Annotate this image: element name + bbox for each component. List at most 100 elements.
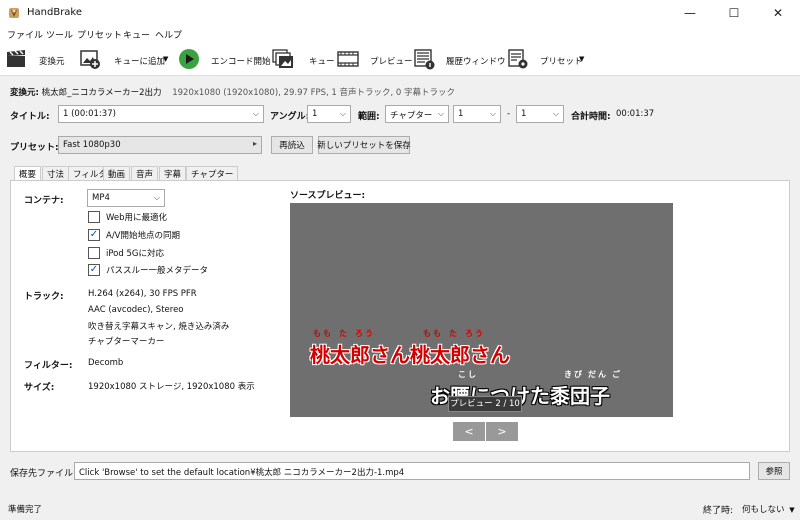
web-optimized-checkbox[interactable] [88,211,100,223]
queue-icon[interactable] [272,48,294,70]
track-audio: AAC (avcodec), Stereo [88,305,184,315]
preset-label: プリセット: [10,143,59,153]
presets-button-label[interactable]: プリセット [540,55,583,67]
container-label: コンテナ: [24,196,64,206]
duration-value: 00:01:37 [616,109,655,119]
chevron-down-icon: ⌵ [153,193,160,202]
browse-button[interactable]: 参照 [758,462,790,480]
preview-position-tooltip: プレビュー 2 / 10 [448,396,522,412]
destination-path-input[interactable]: Click 'Browse' to set the default locati… [74,462,750,480]
chevron-down-icon: ⌵ [252,109,259,118]
source-info: 変換元: 桃太郎_ニコカラメーカー2出力 1920x1080 (1920x108… [10,86,455,98]
toolbar: 変換元 キューに追加 ▼ エンコード開始 キュー プレビュー 履歴ウィンドウ プ… [0,42,800,76]
maximize-button[interactable]: ☐ [712,0,756,26]
menu-file[interactable]: ファイル [7,28,43,41]
chevron-right-icon: ▸ [252,139,257,148]
title-select-value: 1 (00:01:37) [63,109,116,119]
tab-audio[interactable]: 音声 [131,166,159,181]
presets-icon[interactable] [507,48,529,70]
save-new-preset-button[interactable]: 新しいプリセットを保存 [317,136,411,154]
web-optimized-label: Web用に最適化 [106,213,168,223]
close-button[interactable]: ✕ [756,0,800,26]
subtitle-line1: 桃太郎さん桃太郎さん [310,343,510,367]
start-encode-button-label[interactable]: エンコード開始 [211,55,271,67]
add-queue-dropdown-icon[interactable]: ▼ [163,55,168,63]
menu-presets[interactable]: プリセット [77,28,122,41]
duration-label: 合計時間: [571,112,611,122]
chevron-down-icon: ⌵ [552,109,559,118]
presets-dropdown-icon[interactable]: ▼ [579,55,584,63]
passthru-metadata-checkbox[interactable]: ✓ [88,264,100,276]
menu-tools[interactable]: ツール [46,28,73,41]
track-subtitle: 吹き替え字幕スキャン, 焼き込み済み [88,322,230,332]
chevron-down-icon: ⌵ [437,109,444,118]
range-start-value: 1 [458,109,464,119]
queue-button-label[interactable]: キュー [309,55,335,67]
chevron-down-icon: ▼ [789,506,795,514]
size-value: 1920x1080 ストレージ, 1920x1080 表示 [88,382,255,392]
range-type-value: チャプター [390,111,433,121]
window-title: HandBrake [27,7,83,18]
handbrake-icon [9,8,19,18]
ipod-5g-label: iPod 5Gに対応 [106,249,164,259]
chevron-down-icon: ⌵ [339,109,346,118]
ipod-5g-checkbox[interactable] [88,247,100,259]
title-label: タイトル: [10,112,50,122]
menu-queue[interactable]: キュー [123,28,150,41]
film-icon[interactable] [337,48,359,70]
subtitle-ruby-line1: ももたろう ももたろう [313,329,485,338]
destination-label: 保存先ファイル: [10,469,77,479]
status-text: 準備完了 [8,505,43,515]
reload-preset-button[interactable]: 再読込 [271,136,313,154]
range-end-value: 1 [521,109,527,119]
range-start-select[interactable]: 1 ⌵ [453,105,501,123]
minimize-button[interactable]: — [668,0,712,26]
title-select[interactable]: 1 (00:01:37) ⌵ [58,105,264,123]
source-button-label[interactable]: 変換元 [39,55,65,67]
source-details: 1920x1080 (1920x1080), 29.97 FPS, 1 音声トラ… [172,88,456,98]
source-label: 変換元: [10,88,39,98]
range-end-select[interactable]: 1 ⌵ [516,105,564,123]
activity-icon[interactable] [413,48,435,70]
when-done-label: 終了時: [703,506,734,516]
add-to-queue-button-label[interactable]: キューに追加 [114,55,165,67]
status-bar: 準備完了 終了時: 何もしない ▼ [0,496,800,520]
container-select-value: MP4 [92,193,110,203]
tab-video[interactable]: 動画 [103,166,131,181]
av-sync-label: A/V開始地点の同期 [106,231,180,241]
chevron-down-icon: ⌵ [489,109,496,118]
menu-help[interactable]: ヘルプ [155,28,182,41]
tab-chapters[interactable]: チャプター [186,166,239,181]
filters-label: フィルター: [24,361,73,371]
av-sync-checkbox[interactable]: ✓ [88,229,100,241]
activity-window-button-label[interactable]: 履歴ウィンドウ [446,55,506,67]
filters-value: Decomb [88,358,124,368]
range-type-select[interactable]: チャプター ⌵ [385,105,449,123]
clapperboard-icon[interactable] [5,48,27,70]
preset-select-value: Fast 1080p30 [63,140,121,150]
title-bar: HandBrake — ☐ ✕ [0,0,800,26]
size-label: サイズ: [24,383,55,393]
angle-select[interactable]: 1 ⌵ [307,105,351,123]
queue-add-icon[interactable] [79,48,101,70]
passthru-metadata-label: パススルー一般メタデータ [106,266,209,276]
when-done-select[interactable]: 何もしない ▼ [742,503,795,515]
source-preview-label: ソースプレビュー: [290,191,366,201]
tab-dimensions[interactable]: 寸法 [42,166,70,181]
range-separator: - [507,109,511,119]
preset-select[interactable]: Fast 1080p30 ▸ [58,136,262,154]
play-icon[interactable] [178,48,200,70]
next-preview-button[interactable]: > [486,422,518,441]
source-name: 桃太郎_ニコカラメーカー2出力 [41,88,162,98]
container-select[interactable]: MP4 ⌵ [87,189,165,207]
tracks-label: トラック: [24,292,64,302]
angle-select-value: 1 [312,109,318,119]
track-chapters: チャプターマーカー [88,337,165,347]
subtitle-ruby-line2: こし きび だんご [458,370,622,379]
checkmark-icon: ✓ [89,264,99,275]
previous-preview-button[interactable]: < [453,422,485,441]
tab-subtitles[interactable]: 字幕 [159,166,187,181]
track-video: H.264 (x264), 30 FPS PFR [88,289,197,299]
menu-bar: ファイル ツール プリセット キュー ヘルプ [0,26,800,42]
preview-button-label[interactable]: プレビュー [370,55,413,67]
